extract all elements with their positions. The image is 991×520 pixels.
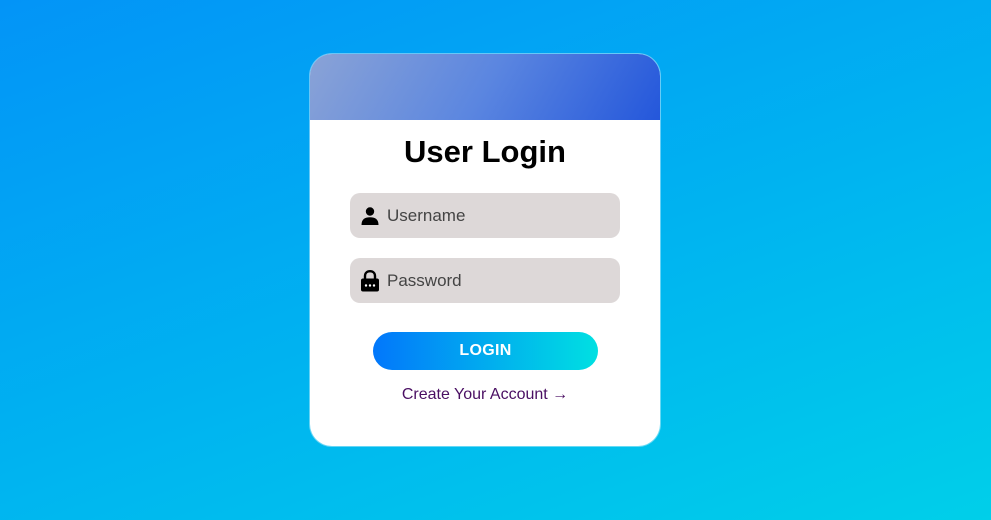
username-field[interactable] [350, 193, 620, 238]
password-input[interactable] [387, 270, 607, 291]
page-title: User Login [404, 134, 566, 169]
card-header-banner [310, 54, 660, 120]
user-icon [359, 205, 381, 227]
create-account-link[interactable]: Create Your Account → [310, 386, 660, 404]
username-input[interactable] [387, 205, 607, 226]
login-button[interactable]: LOGIN [373, 332, 598, 370]
login-card: User Login LOGIN Create Your Account → [310, 54, 660, 446]
lock-icon [359, 269, 381, 292]
password-field[interactable] [350, 258, 620, 303]
